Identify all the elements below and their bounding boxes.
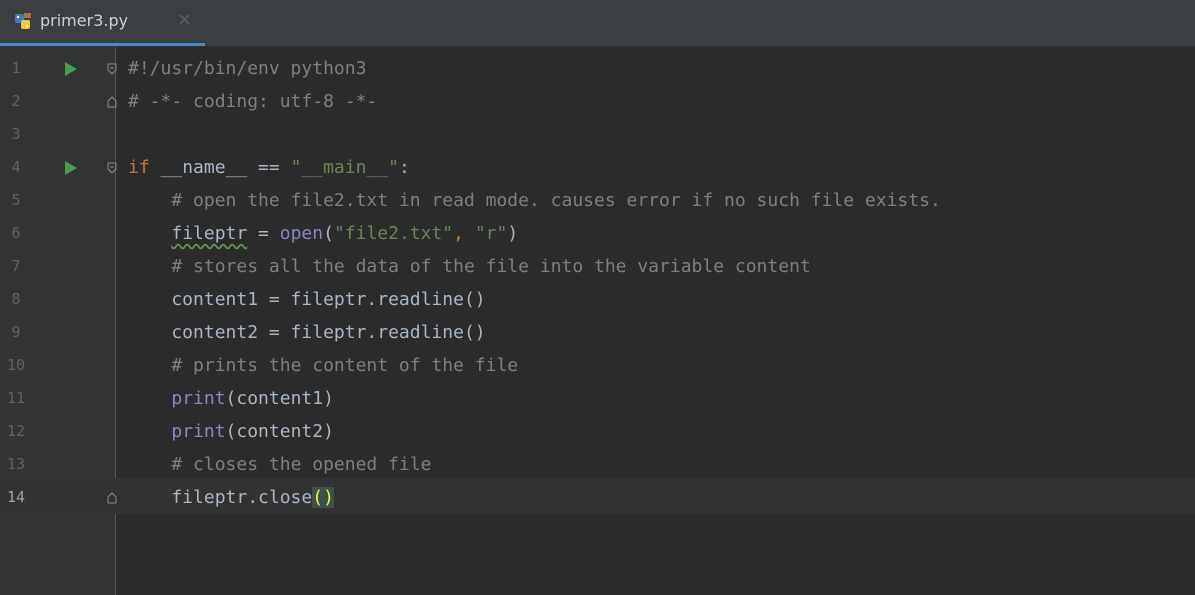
line-number[interactable]: 10 (0, 356, 32, 374)
tab-label: primer3.py (40, 11, 129, 30)
run-icon[interactable] (65, 62, 77, 76)
python-file-icon (15, 13, 31, 29)
line-number[interactable]: 13 (0, 455, 32, 473)
code-line[interactable]: content1 = fileptr.readline() (128, 282, 485, 318)
line-number[interactable]: 9 (0, 323, 32, 341)
line-number[interactable]: 11 (0, 389, 32, 407)
code-line[interactable]: content2 = fileptr.readline() (128, 315, 485, 351)
code-line[interactable]: # stores all the data of the file into t… (128, 249, 810, 285)
line-number[interactable]: 5 (0, 191, 32, 209)
code-line[interactable]: #!/usr/bin/env python3 (128, 51, 366, 87)
code-line[interactable]: fileptr = open("file2.txt", "r") (128, 216, 518, 252)
fold-end-icon[interactable] (107, 492, 117, 504)
line-number[interactable]: 1 (0, 59, 32, 77)
fold-start-icon[interactable] (107, 63, 117, 75)
code-line[interactable]: if __name__ == "__main__": (128, 150, 410, 186)
code-line[interactable]: # open the file2.txt in read mode. cause… (128, 183, 940, 219)
code-line[interactable]: fileptr.close() (128, 480, 334, 516)
fold-start-icon[interactable] (107, 162, 117, 174)
code-line[interactable]: print(content2) (128, 414, 334, 450)
tab-primer3-py[interactable]: primer3.py × (0, 0, 205, 46)
run-icon[interactable] (65, 161, 77, 175)
line-number[interactable]: 2 (0, 92, 32, 110)
code-line[interactable]: # prints the content of the file (128, 348, 518, 384)
line-number[interactable]: 8 (0, 290, 32, 308)
line-number[interactable]: 6 (0, 224, 32, 242)
fold-end-icon[interactable] (107, 96, 117, 108)
code-line[interactable]: print(content1) (128, 381, 334, 417)
line-number[interactable]: 7 (0, 257, 32, 275)
line-number[interactable]: 14 (0, 488, 32, 506)
code-line[interactable]: # -*- coding: utf-8 -*- (128, 84, 377, 120)
editor-tab-bar: primer3.py × (0, 0, 1195, 47)
close-icon[interactable]: × (177, 9, 192, 30)
line-number[interactable]: 12 (0, 422, 32, 440)
line-number[interactable]: 4 (0, 158, 32, 176)
line-number[interactable]: 3 (0, 125, 32, 143)
